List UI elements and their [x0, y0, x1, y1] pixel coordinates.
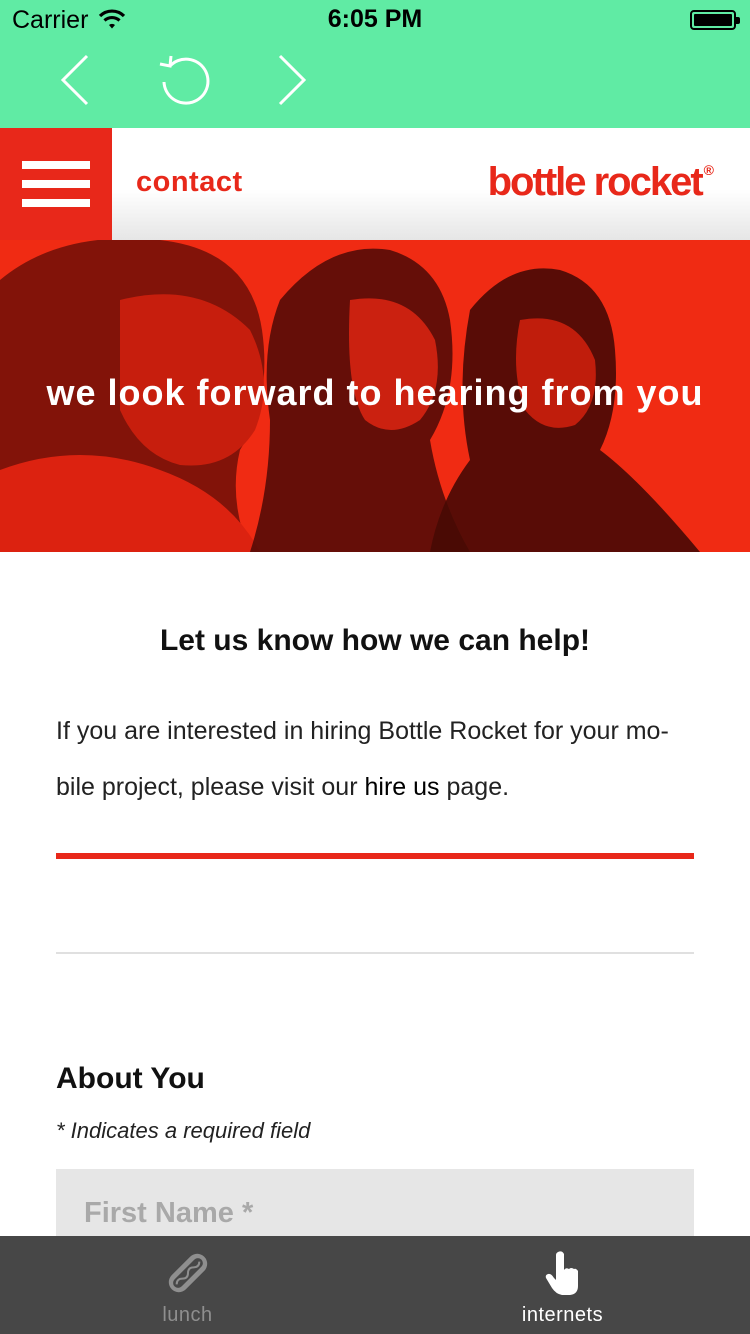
menu-bar-icon	[22, 199, 90, 207]
hire-us-link[interactable]: hire us	[364, 773, 439, 801]
reload-button[interactable]	[152, 48, 216, 112]
help-heading: Let us know how we can help!	[159, 624, 591, 657]
site-header: contact bottle rocket ®	[0, 128, 750, 240]
back-button[interactable]	[45, 48, 109, 112]
tab-internets[interactable]: internets	[375, 1236, 750, 1334]
registered-mark: ®	[703, 162, 714, 178]
required-field-note: * Indicates a required field	[56, 1118, 311, 1143]
page-title: contact	[136, 166, 243, 198]
intro-text: If you are interested in hiring Bottle R…	[56, 717, 669, 801]
menu-bar-icon	[22, 180, 90, 188]
forward-button[interactable]	[258, 48, 322, 112]
tab-bar: lunch internets	[0, 1236, 750, 1334]
hotdog-icon	[168, 1253, 208, 1293]
menu-bar-icon	[22, 161, 90, 169]
reload-icon	[159, 55, 210, 105]
intro-paragraph: If you are interested in hiring Bottle R…	[56, 703, 696, 815]
gray-divider	[56, 952, 694, 954]
hero-banner: we look forward to hearing from you	[0, 240, 750, 552]
chevron-left-icon	[60, 54, 89, 106]
hamburger-menu-button[interactable]	[0, 128, 112, 240]
logo-text: bottle rocket	[487, 160, 704, 204]
battery-icon	[690, 10, 740, 30]
browser-toolbar: Carrier 6:05 PM	[0, 0, 750, 128]
status-time: 6:05 PM	[327, 5, 423, 33]
intro-text-end: page.	[439, 773, 510, 801]
tab-lunch[interactable]: lunch	[0, 1236, 375, 1334]
pointing-hand-icon	[545, 1251, 578, 1295]
bottle-rocket-logo[interactable]: bottle rocket ®	[488, 160, 714, 205]
tab-internets-label: internets	[521, 1304, 604, 1326]
status-bar: Carrier 6:05 PM	[0, 0, 750, 40]
hero-headline: we look forward to hearing from you	[46, 372, 704, 413]
tab-lunch-label: lunch	[162, 1304, 213, 1326]
about-you-heading: About You	[56, 1062, 205, 1095]
chevron-right-icon	[278, 54, 307, 106]
red-divider	[56, 853, 694, 859]
